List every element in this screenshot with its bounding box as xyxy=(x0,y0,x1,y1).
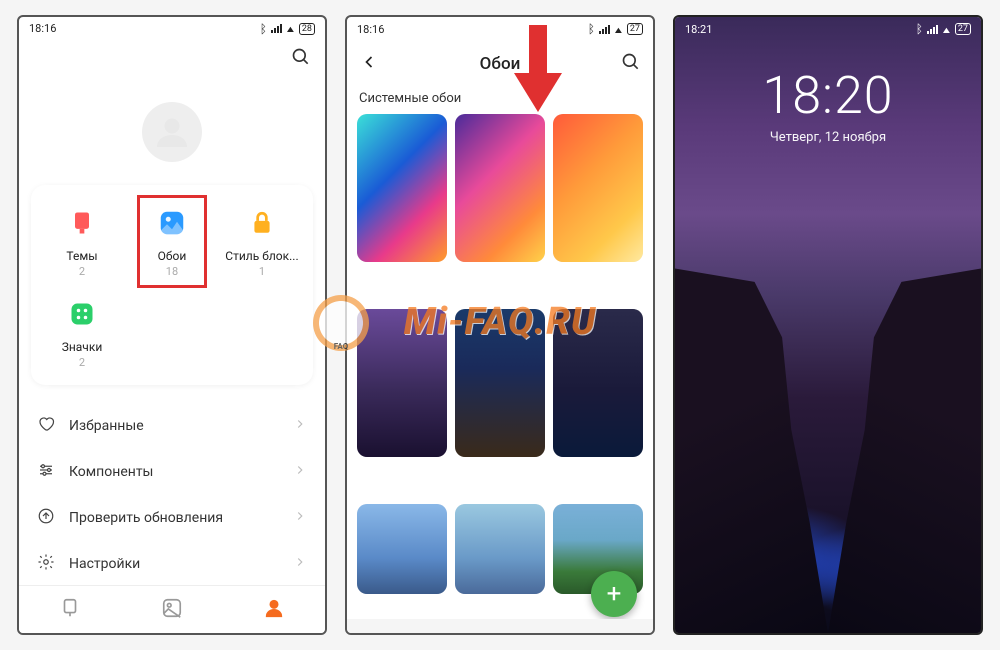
signal-icon xyxy=(271,24,282,33)
status-time: 18:16 xyxy=(29,22,56,35)
menu-components[interactable]: Компоненты xyxy=(19,449,325,495)
header: Обои xyxy=(347,41,653,87)
nav-themes-icon[interactable] xyxy=(59,597,81,623)
sliders-icon xyxy=(37,461,55,483)
menu-settings[interactable]: Настройки xyxy=(19,541,325,587)
wallpaper-thumb[interactable] xyxy=(357,504,447,594)
menu-check-updates[interactable]: Проверить обновления xyxy=(19,495,325,541)
category-label: Стиль блок... xyxy=(225,249,298,263)
wallpaper-thumb[interactable] xyxy=(357,309,447,457)
avatar xyxy=(142,102,202,162)
screen-wallpapers: 18:16 27 Обои Системные обои + xyxy=(345,15,655,635)
menu-label: Настройки xyxy=(69,556,140,572)
lock-time: 18:20 xyxy=(675,65,981,126)
top-bar xyxy=(19,40,325,79)
wallpaper-thumb[interactable] xyxy=(357,114,447,262)
category-label: Значки xyxy=(62,340,103,354)
wifi-icon xyxy=(614,23,623,36)
wallpaper-thumb[interactable] xyxy=(455,114,545,262)
signal-icon xyxy=(927,25,938,34)
heart-icon xyxy=(37,415,55,437)
category-count: 2 xyxy=(79,265,85,278)
category-lockstyle[interactable]: Стиль блок... 1 xyxy=(217,197,307,288)
wallpaper-thumb[interactable] xyxy=(455,309,545,457)
gear-icon xyxy=(37,553,55,575)
chevron-right-icon xyxy=(293,463,307,481)
nav-profile-icon[interactable] xyxy=(263,597,285,623)
search-icon[interactable] xyxy=(291,47,311,71)
category-label: Обои xyxy=(158,249,187,263)
back-button[interactable] xyxy=(359,52,379,76)
profile-header[interactable] xyxy=(19,79,325,185)
wallpaper-thumb[interactable] xyxy=(455,504,545,594)
menu-label: Избранные xyxy=(69,418,144,434)
battery-icon: 28 xyxy=(299,23,315,35)
category-count: 1 xyxy=(259,265,265,278)
search-icon[interactable] xyxy=(621,52,641,76)
wallpaper-thumb[interactable] xyxy=(553,309,643,457)
lock-date: Четверг, 12 ноября xyxy=(675,130,981,145)
section-title: Системные обои xyxy=(347,87,653,114)
wallpaper-thumb[interactable] xyxy=(553,114,643,262)
category-label: Темы xyxy=(66,249,97,263)
category-wallpapers[interactable]: Обои 18 xyxy=(127,197,217,288)
lockscreen-clock: 18:20 Четверг, 12 ноября xyxy=(675,65,981,145)
battery-icon: 27 xyxy=(627,23,643,35)
crop-edge xyxy=(347,619,653,633)
plus-icon: + xyxy=(607,581,622,607)
menu-label: Компоненты xyxy=(69,464,153,480)
status-icons: 28 xyxy=(260,22,315,36)
wifi-icon xyxy=(942,23,951,36)
categories-card: Темы 2 Обои 18 Стиль блок... 1 Значки 2 xyxy=(31,185,313,385)
chevron-right-icon xyxy=(293,555,307,573)
status-bar: 18:16 27 xyxy=(347,17,653,41)
status-time: 18:21 xyxy=(685,23,712,36)
screen-lockscreen: 18:21 27 18:20 Четверг, 12 ноября xyxy=(673,15,983,635)
battery-icon: 27 xyxy=(955,23,971,35)
status-time: 18:16 xyxy=(357,23,384,36)
status-icons: 27 xyxy=(588,22,643,36)
status-bar: 18:21 27 xyxy=(675,17,981,41)
menu-favorites[interactable]: Избранные xyxy=(19,403,325,449)
update-icon xyxy=(37,507,55,529)
nav-wallpapers-icon[interactable] xyxy=(161,597,183,623)
category-themes[interactable]: Темы 2 xyxy=(37,197,127,288)
bluetooth-icon xyxy=(260,22,267,36)
category-count: 2 xyxy=(79,356,85,369)
chevron-right-icon xyxy=(293,417,307,435)
category-icons[interactable]: Значки 2 xyxy=(37,288,127,379)
wallpaper-grid[interactable] xyxy=(347,114,653,633)
bottom-nav xyxy=(19,585,325,633)
status-bar: 18:16 28 xyxy=(19,17,325,40)
status-icons: 27 xyxy=(916,22,971,36)
wifi-icon xyxy=(286,22,295,35)
screen-themes-profile: 18:16 28 Темы 2 Обои 18 Стил xyxy=(17,15,327,635)
signal-icon xyxy=(599,25,610,34)
menu-label: Проверить обновления xyxy=(69,510,223,526)
category-count: 18 xyxy=(166,265,178,278)
bluetooth-icon xyxy=(916,22,923,36)
add-button[interactable]: + xyxy=(591,571,637,617)
bluetooth-icon xyxy=(588,22,595,36)
chevron-right-icon xyxy=(293,509,307,527)
page-title: Обои xyxy=(480,54,521,74)
